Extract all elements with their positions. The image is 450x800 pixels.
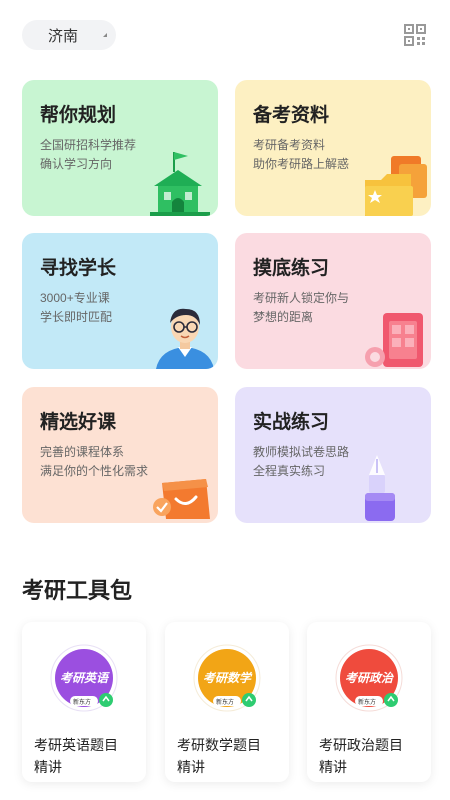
card-title: 备考资料 [253, 105, 330, 126]
card-title: 寻找学长 [40, 258, 117, 279]
tool-label-line1: 考研数学题目 [177, 737, 261, 753]
card-title: 摸底练习 [253, 258, 330, 279]
city-selector[interactable]: 济南 [22, 20, 116, 50]
tool-card-math[interactable]: 考研数学 新东方 考研数学题目 精讲 [165, 622, 289, 782]
english-badge-icon: 考研英语 新东方 [50, 644, 118, 712]
school-building-icon [150, 152, 210, 216]
badge-brand: 新东方 [73, 698, 91, 706]
toolkit-title: 考研工具包 [22, 578, 133, 603]
tool-label: 考研英语题目 精讲 [34, 734, 144, 778]
top-bar: 济南 [0, 0, 450, 70]
fountain-pen-icon [365, 455, 395, 521]
tool-label-line1: 考研政治题目 [319, 737, 403, 753]
math-badge-icon: 考研数学 新东方 [193, 644, 261, 712]
dropdown-caret-icon [103, 33, 107, 37]
shopping-bag-icon [153, 479, 210, 519]
badge-text: 考研英语 [60, 671, 110, 685]
tool-label: 考研政治题目 精讲 [319, 734, 429, 778]
tool-label-line2: 精讲 [319, 759, 347, 775]
tool-label-line2: 精讲 [34, 759, 62, 775]
card-find-senior[interactable]: 寻找学长 3000+专业课 学长即时匹配 [22, 233, 218, 369]
badge-brand: 新东方 [216, 698, 234, 706]
senior-avatar-icon [156, 308, 214, 369]
folder-star-icon [365, 156, 427, 216]
card-materials[interactable]: 备考资料 考研备考资料 助你考研路上解惑 [235, 80, 431, 216]
card-title: 帮你规划 [40, 105, 117, 126]
card-title: 实战练习 [253, 412, 330, 433]
card-assessment[interactable]: 摸底练习 考研新人锁定你与 梦想的距离 [235, 233, 431, 369]
qr-code-icon[interactable] [404, 24, 426, 46]
tool-card-english[interactable]: 考研英语 新东方 考研英语题目 精讲 [22, 622, 146, 782]
tool-label-line1: 考研英语题目 [34, 737, 118, 753]
card-practice[interactable]: 实战练习 教师模拟试卷思路 全程真实练习 [235, 387, 431, 523]
city-label: 济南 [48, 27, 79, 45]
tool-card-politics[interactable]: 考研政治 新东方 考研政治题目 精讲 [307, 622, 431, 782]
badge-text: 考研数学 [203, 671, 253, 685]
card-courses[interactable]: 精选好课 完善的课程体系 满足你的个性化需求 [22, 387, 218, 523]
tool-label: 考研数学题目 精讲 [177, 734, 287, 778]
card-title: 精选好课 [40, 412, 117, 433]
card-plan[interactable]: 帮你规划 全国研招科学推荐 确认学习方向 [22, 80, 218, 216]
clipboard-icon [365, 313, 423, 367]
politics-badge-icon: 考研政治 新东方 [335, 644, 403, 712]
card-subtitle-line1: 完善的课程体系 [40, 445, 125, 459]
tool-label-line2: 精讲 [177, 759, 205, 775]
card-subtitle-line1: 考研新人锁定你与 [253, 291, 350, 305]
badge-brand: 新东方 [358, 698, 376, 706]
badge-text: 考研政治 [345, 671, 394, 685]
